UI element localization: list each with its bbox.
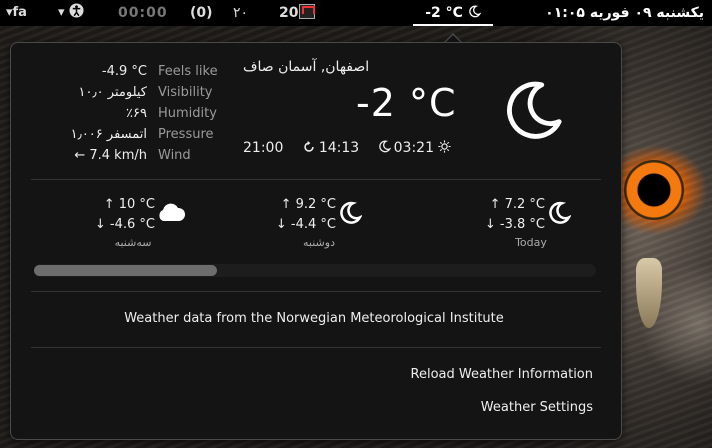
current-details-values: -4.9 °C ۱۰٫۰ کیلومتر ٪۶۹ ۱٫۰۰۶ اتمسفر ← …	[31, 61, 147, 166]
forecast-high: ↑ 9.2 °C	[280, 197, 336, 212]
weather-indicator-button[interactable]: -2 °C	[413, 0, 493, 26]
forecast-day-3: ↑ 7.2 °C ↓ -3.8 °C	[473, 195, 545, 235]
sun-icon	[438, 140, 452, 153]
secondary-clock[interactable]: 00:00	[118, 0, 168, 26]
weather-credit-link[interactable]: Weather data from the Norwegian Meteorol…	[11, 311, 617, 326]
forecast-low: ↓ -4.4 °C	[275, 217, 336, 232]
location-summary: اصفهان, آسمان صاف	[243, 59, 370, 75]
humidity-value: ٪۶۹	[126, 106, 147, 121]
keyboard-layout-indicator[interactable]: ▾fa	[6, 0, 27, 26]
forecast-day-label: Today	[515, 236, 547, 249]
moon-large-icon	[507, 81, 562, 139]
forecast-low: ↓ -4.6 °C	[94, 217, 155, 232]
forecast-scrollbar-thumb[interactable]	[34, 265, 217, 276]
forecast-high: ↑ 10 °C	[103, 197, 155, 212]
pressure-value: ۱٫۰۰۶ اتمسفر	[70, 127, 147, 142]
moon-icon	[549, 201, 571, 224]
time-info-row: 21:00 14:13 03:21	[243, 140, 452, 156]
current-temperature: -2 °C	[356, 81, 457, 125]
humidity-label: Humidity	[158, 106, 217, 121]
panel-number-indicator[interactable]: ٢٠	[233, 0, 248, 26]
weather-indicator-temp: -2 °C	[425, 5, 463, 21]
date-time-clock[interactable]: یکشنبه ۰۹ فوریه ۰۱:۰۵	[545, 0, 704, 26]
cloud-icon	[159, 203, 186, 221]
forecast-high: ↑ 7.2 °C	[489, 197, 545, 212]
moon-icon	[340, 201, 362, 224]
forecast-low: ↓ -3.8 °C	[484, 217, 545, 232]
current-details-labels: Feels like Visibility Humidity Pressure …	[158, 61, 218, 166]
mail-indicator[interactable]: 20	[279, 0, 316, 26]
build-time: 21:00	[243, 140, 284, 156]
forecast-day-label: دوشنبه	[303, 236, 335, 249]
accessibility-chevron: ▾	[58, 5, 65, 20]
weather-settings-menu-item[interactable]: Weather Settings	[481, 400, 593, 415]
mail-count: 20	[279, 5, 299, 21]
separator-bottom	[31, 347, 601, 348]
forecast-day-1: ↑ 10 °C ↓ -4.6 °C	[83, 195, 155, 235]
moon-icon	[469, 5, 482, 18]
wind-value: ← 7.4 km/h	[74, 148, 147, 163]
pressure-label: Pressure	[158, 127, 214, 142]
refresh-icon	[304, 140, 314, 152]
top-panel: ▾fa ▾ 00:00 (0) ٢٠ 20 -2 °C یکشنبه ۰۹ فو…	[0, 0, 712, 26]
wallpaper-owl-eye	[624, 160, 684, 220]
accessibility-icon	[69, 3, 84, 18]
reload-weather-menu-item[interactable]: Reload Weather Information	[411, 367, 593, 382]
visibility-label: Visibility	[158, 85, 213, 100]
visibility-value: ۱۰٫۰ کیلومتر	[78, 85, 147, 100]
forecast-day-label: سه‌شنبه	[114, 236, 152, 249]
forecast-day-2: ↑ 9.2 °C ↓ -4.4 °C	[264, 195, 336, 235]
sunrise-time: 14:13	[318, 140, 360, 156]
moon-small-icon	[378, 140, 391, 153]
separator-middle	[31, 291, 601, 292]
feels-like-value: -4.9 °C	[101, 64, 147, 79]
sunset-time: 03:21	[393, 140, 434, 156]
wind-label: Wind	[158, 148, 191, 163]
feels-like-label: Feels like	[158, 64, 218, 79]
notification-count[interactable]: (0)	[190, 0, 213, 26]
accessibility-menu[interactable]: ▾	[58, 0, 84, 26]
weather-popup-menu: -4.9 °C ۱۰٫۰ کیلومتر ٪۶۹ ۱٫۰۰۶ اتمسفر ← …	[10, 42, 622, 440]
separator-top	[31, 179, 601, 180]
mail-icon	[299, 4, 316, 19]
